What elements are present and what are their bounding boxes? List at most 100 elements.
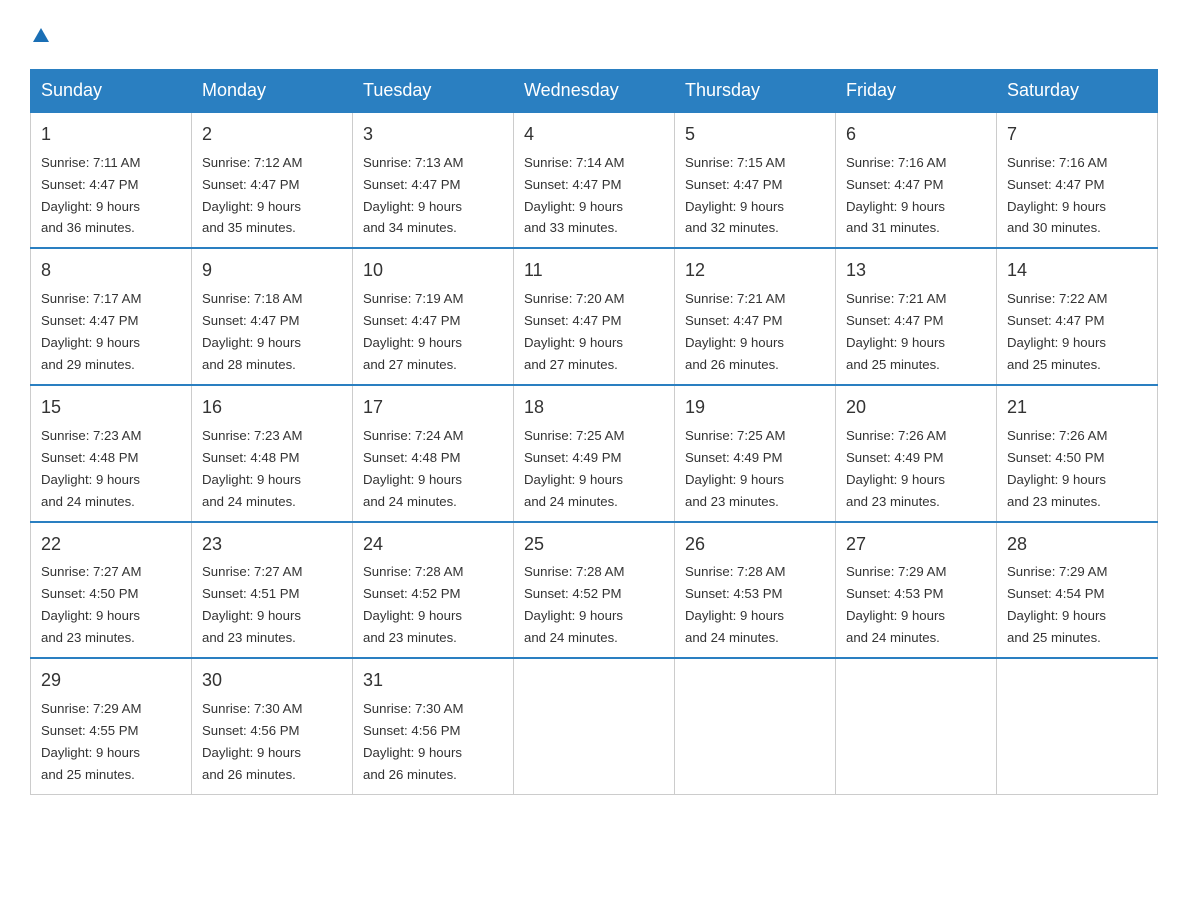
calendar-cell: 3 Sunrise: 7:13 AMSunset: 4:47 PMDayligh… <box>353 112 514 249</box>
calendar-cell: 21 Sunrise: 7:26 AMSunset: 4:50 PMDaylig… <box>997 385 1158 522</box>
day-info: Sunrise: 7:25 AMSunset: 4:49 PMDaylight:… <box>524 428 624 509</box>
calendar-cell: 7 Sunrise: 7:16 AMSunset: 4:47 PMDayligh… <box>997 112 1158 249</box>
calendar-cell: 9 Sunrise: 7:18 AMSunset: 4:47 PMDayligh… <box>192 248 353 385</box>
day-number: 31 <box>363 667 503 695</box>
day-info: Sunrise: 7:23 AMSunset: 4:48 PMDaylight:… <box>202 428 302 509</box>
day-info: Sunrise: 7:17 AMSunset: 4:47 PMDaylight:… <box>41 291 141 372</box>
day-number: 2 <box>202 121 342 149</box>
day-info: Sunrise: 7:27 AMSunset: 4:51 PMDaylight:… <box>202 564 302 645</box>
calendar-cell: 25 Sunrise: 7:28 AMSunset: 4:52 PMDaylig… <box>514 522 675 659</box>
day-number: 10 <box>363 257 503 285</box>
day-number: 28 <box>1007 531 1147 559</box>
week-row-4: 22 Sunrise: 7:27 AMSunset: 4:50 PMDaylig… <box>31 522 1158 659</box>
day-number: 8 <box>41 257 181 285</box>
day-info: Sunrise: 7:12 AMSunset: 4:47 PMDaylight:… <box>202 155 302 236</box>
day-number: 5 <box>685 121 825 149</box>
column-header-thursday: Thursday <box>675 69 836 112</box>
calendar-cell: 24 Sunrise: 7:28 AMSunset: 4:52 PMDaylig… <box>353 522 514 659</box>
day-info: Sunrise: 7:29 AMSunset: 4:54 PMDaylight:… <box>1007 564 1107 645</box>
column-header-wednesday: Wednesday <box>514 69 675 112</box>
day-info: Sunrise: 7:18 AMSunset: 4:47 PMDaylight:… <box>202 291 302 372</box>
day-number: 3 <box>363 121 503 149</box>
day-number: 29 <box>41 667 181 695</box>
column-header-tuesday: Tuesday <box>353 69 514 112</box>
day-number: 12 <box>685 257 825 285</box>
calendar-cell: 4 Sunrise: 7:14 AMSunset: 4:47 PMDayligh… <box>514 112 675 249</box>
day-info: Sunrise: 7:20 AMSunset: 4:47 PMDaylight:… <box>524 291 624 372</box>
calendar-cell: 29 Sunrise: 7:29 AMSunset: 4:55 PMDaylig… <box>31 658 192 794</box>
column-header-monday: Monday <box>192 69 353 112</box>
day-number: 13 <box>846 257 986 285</box>
column-header-sunday: Sunday <box>31 69 192 112</box>
day-number: 24 <box>363 531 503 559</box>
day-info: Sunrise: 7:16 AMSunset: 4:47 PMDaylight:… <box>1007 155 1107 236</box>
calendar-cell: 15 Sunrise: 7:23 AMSunset: 4:48 PMDaylig… <box>31 385 192 522</box>
calendar-cell: 12 Sunrise: 7:21 AMSunset: 4:47 PMDaylig… <box>675 248 836 385</box>
calendar-cell: 11 Sunrise: 7:20 AMSunset: 4:47 PMDaylig… <box>514 248 675 385</box>
day-info: Sunrise: 7:28 AMSunset: 4:52 PMDaylight:… <box>524 564 624 645</box>
day-number: 4 <box>524 121 664 149</box>
calendar-cell <box>997 658 1158 794</box>
day-info: Sunrise: 7:11 AMSunset: 4:47 PMDaylight:… <box>41 155 140 236</box>
day-number: 19 <box>685 394 825 422</box>
calendar-cell: 26 Sunrise: 7:28 AMSunset: 4:53 PMDaylig… <box>675 522 836 659</box>
calendar-cell: 8 Sunrise: 7:17 AMSunset: 4:47 PMDayligh… <box>31 248 192 385</box>
calendar-cell: 13 Sunrise: 7:21 AMSunset: 4:47 PMDaylig… <box>836 248 997 385</box>
day-number: 16 <box>202 394 342 422</box>
calendar-cell: 17 Sunrise: 7:24 AMSunset: 4:48 PMDaylig… <box>353 385 514 522</box>
calendar-cell: 18 Sunrise: 7:25 AMSunset: 4:49 PMDaylig… <box>514 385 675 522</box>
day-info: Sunrise: 7:26 AMSunset: 4:50 PMDaylight:… <box>1007 428 1107 509</box>
day-info: Sunrise: 7:13 AMSunset: 4:47 PMDaylight:… <box>363 155 463 236</box>
calendar-cell <box>836 658 997 794</box>
day-number: 20 <box>846 394 986 422</box>
day-info: Sunrise: 7:30 AMSunset: 4:56 PMDaylight:… <box>363 701 463 782</box>
page-header <box>30 20 1158 51</box>
calendar-cell: 22 Sunrise: 7:27 AMSunset: 4:50 PMDaylig… <box>31 522 192 659</box>
day-info: Sunrise: 7:30 AMSunset: 4:56 PMDaylight:… <box>202 701 302 782</box>
logo-triangle-icon <box>32 26 50 44</box>
calendar-table: SundayMondayTuesdayWednesdayThursdayFrid… <box>30 69 1158 795</box>
day-info: Sunrise: 7:21 AMSunset: 4:47 PMDaylight:… <box>846 291 946 372</box>
week-row-5: 29 Sunrise: 7:29 AMSunset: 4:55 PMDaylig… <box>31 658 1158 794</box>
day-info: Sunrise: 7:25 AMSunset: 4:49 PMDaylight:… <box>685 428 785 509</box>
logo-general-text <box>30 20 50 51</box>
calendar-cell: 16 Sunrise: 7:23 AMSunset: 4:48 PMDaylig… <box>192 385 353 522</box>
day-number: 26 <box>685 531 825 559</box>
day-info: Sunrise: 7:26 AMSunset: 4:49 PMDaylight:… <box>846 428 946 509</box>
day-number: 30 <box>202 667 342 695</box>
day-number: 9 <box>202 257 342 285</box>
calendar-cell: 31 Sunrise: 7:30 AMSunset: 4:56 PMDaylig… <box>353 658 514 794</box>
day-number: 22 <box>41 531 181 559</box>
calendar-cell: 19 Sunrise: 7:25 AMSunset: 4:49 PMDaylig… <box>675 385 836 522</box>
day-info: Sunrise: 7:27 AMSunset: 4:50 PMDaylight:… <box>41 564 141 645</box>
day-info: Sunrise: 7:29 AMSunset: 4:53 PMDaylight:… <box>846 564 946 645</box>
day-info: Sunrise: 7:29 AMSunset: 4:55 PMDaylight:… <box>41 701 141 782</box>
day-number: 17 <box>363 394 503 422</box>
day-number: 25 <box>524 531 664 559</box>
calendar-cell: 20 Sunrise: 7:26 AMSunset: 4:49 PMDaylig… <box>836 385 997 522</box>
day-info: Sunrise: 7:14 AMSunset: 4:47 PMDaylight:… <box>524 155 624 236</box>
day-info: Sunrise: 7:28 AMSunset: 4:52 PMDaylight:… <box>363 564 463 645</box>
day-info: Sunrise: 7:19 AMSunset: 4:47 PMDaylight:… <box>363 291 463 372</box>
day-number: 7 <box>1007 121 1147 149</box>
day-info: Sunrise: 7:22 AMSunset: 4:47 PMDaylight:… <box>1007 291 1107 372</box>
calendar-cell: 28 Sunrise: 7:29 AMSunset: 4:54 PMDaylig… <box>997 522 1158 659</box>
day-number: 11 <box>524 257 664 285</box>
calendar-header-row: SundayMondayTuesdayWednesdayThursdayFrid… <box>31 69 1158 112</box>
day-info: Sunrise: 7:24 AMSunset: 4:48 PMDaylight:… <box>363 428 463 509</box>
day-info: Sunrise: 7:21 AMSunset: 4:47 PMDaylight:… <box>685 291 785 372</box>
calendar-cell: 10 Sunrise: 7:19 AMSunset: 4:47 PMDaylig… <box>353 248 514 385</box>
column-header-friday: Friday <box>836 69 997 112</box>
day-number: 1 <box>41 121 181 149</box>
calendar-cell: 2 Sunrise: 7:12 AMSunset: 4:47 PMDayligh… <box>192 112 353 249</box>
day-info: Sunrise: 7:28 AMSunset: 4:53 PMDaylight:… <box>685 564 785 645</box>
day-number: 21 <box>1007 394 1147 422</box>
calendar-cell: 27 Sunrise: 7:29 AMSunset: 4:53 PMDaylig… <box>836 522 997 659</box>
week-row-3: 15 Sunrise: 7:23 AMSunset: 4:48 PMDaylig… <box>31 385 1158 522</box>
day-number: 6 <box>846 121 986 149</box>
week-row-2: 8 Sunrise: 7:17 AMSunset: 4:47 PMDayligh… <box>31 248 1158 385</box>
day-info: Sunrise: 7:23 AMSunset: 4:48 PMDaylight:… <box>41 428 141 509</box>
day-info: Sunrise: 7:16 AMSunset: 4:47 PMDaylight:… <box>846 155 946 236</box>
calendar-cell <box>675 658 836 794</box>
logo <box>30 20 50 51</box>
